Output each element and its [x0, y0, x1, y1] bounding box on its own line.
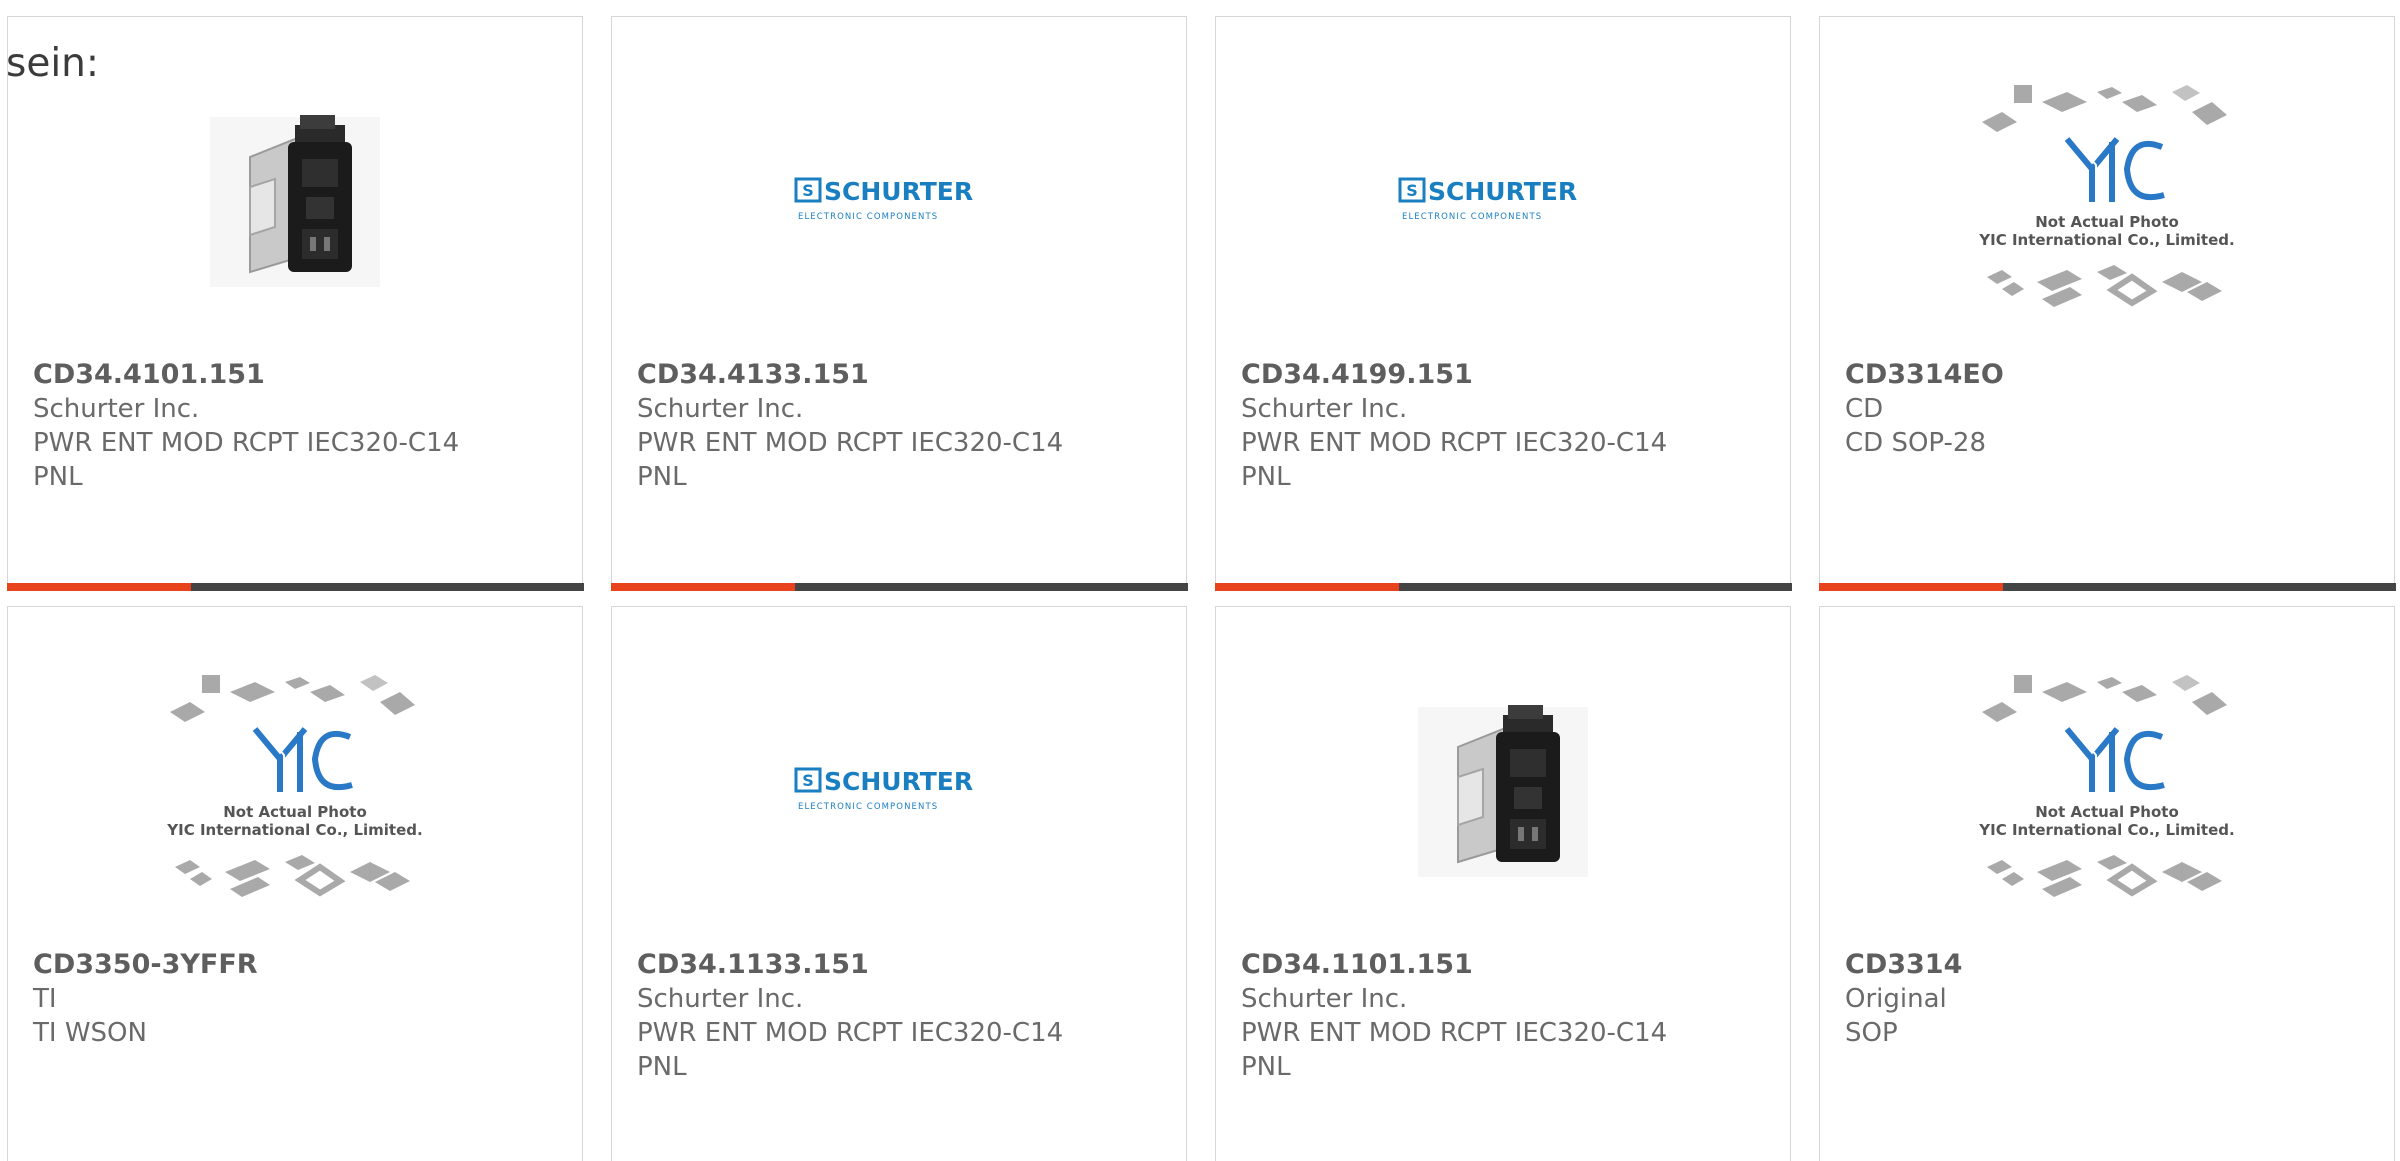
schurter-sub: ELECTRONIC COMPONENTS [798, 802, 938, 812]
part-number[interactable]: CD34.4101.151 [33, 358, 562, 392]
product-image[interactable]: Not Actual Photo YIC International Co., … [1820, 85, 2394, 307]
yic-note-line1: Not Actual Photo [2035, 213, 2179, 231]
description-cont: PNL [1241, 1052, 1291, 1082]
schurter-brand: SCHURTER [824, 767, 973, 796]
product-image[interactable]: S SCHURTER ELECTRONIC COMPONENTS [612, 87, 1186, 307]
manufacturer: Schurter Inc. [33, 394, 200, 424]
description: SOP [1845, 1018, 1898, 1048]
product-image[interactable]: S SCHURTER ELECTRONIC COMPONENTS [612, 677, 1186, 897]
product-card[interactable]: Not Actual Photo YIC International Co., … [7, 606, 583, 1161]
product-card[interactable]: CD34.4101.151 Schurter Inc. PWR ENT MOD … [6, 16, 584, 591]
yic-placeholder-icon: Not Actual Photo YIC International Co., … [166, 675, 423, 897]
part-number[interactable]: CD34.4199.151 [1241, 358, 1770, 392]
description: PWR ENT MOD RCPT IEC320-C14 [637, 1018, 1064, 1048]
product-card[interactable]: Not Actual Photo YIC International Co., … [1819, 606, 2395, 1161]
schurter-brand: SCHURTER [1428, 177, 1577, 206]
card-bottom-bar [1214, 582, 1792, 591]
manufacturer: Original [1845, 984, 1947, 1014]
schurter-sub: ELECTRONIC COMPONENTS [1402, 212, 1542, 222]
description: TI WSON [33, 1018, 147, 1048]
product-info: CD34.1133.151 Schurter Inc. PWR ENT MOD … [637, 948, 1166, 1084]
yic-note-line2: YIC International Co., Limited. [1978, 821, 2234, 839]
description: PWR ENT MOD RCPT IEC320-C14 [1241, 1018, 1668, 1048]
product-image[interactable]: Not Actual Photo YIC International Co., … [8, 675, 582, 897]
description: PWR ENT MOD RCPT IEC320-C14 [1241, 428, 1668, 458]
product-image[interactable]: S SCHURTER ELECTRONIC COMPONENTS [1216, 87, 1790, 307]
card-bottom-bar [1818, 582, 2396, 591]
part-number[interactable]: CD34.1101.151 [1241, 948, 1770, 982]
product-card[interactable]: Not Actual Photo YIC International Co., … [1818, 16, 2396, 591]
manufacturer: Schurter Inc. [637, 394, 804, 424]
description-cont: PNL [1241, 462, 1291, 492]
product-image[interactable] [1216, 677, 1790, 897]
manufacturer: Schurter Inc. [1241, 984, 1408, 1014]
part-number[interactable]: CD3350-3YFFR [33, 948, 562, 982]
schurter-logo-icon: S SCHURTER ELECTRONIC COMPONENTS [794, 767, 973, 812]
product-info: CD3350-3YFFR TI TI WSON [33, 948, 562, 1050]
description: PWR ENT MOD RCPT IEC320-C14 [33, 428, 460, 458]
svg-text:S: S [802, 181, 814, 200]
power-entry-module-icon [1418, 705, 1588, 877]
manufacturer: CD [1845, 394, 1884, 424]
product-image[interactable]: Not Actual Photo YIC International Co., … [1820, 675, 2394, 897]
yic-note-line2: YIC International Co., Limited. [166, 821, 422, 839]
manufacturer: Schurter Inc. [637, 984, 804, 1014]
product-image[interactable] [8, 87, 582, 307]
description: PWR ENT MOD RCPT IEC320-C14 [637, 428, 1064, 458]
product-card[interactable]: S SCHURTER ELECTRONIC COMPONENTS CD34.11… [611, 606, 1187, 1161]
product-info: CD3314 Original SOP [1845, 948, 2374, 1050]
part-number[interactable]: CD34.4133.151 [637, 358, 1166, 392]
yic-note-line1: Not Actual Photo [2035, 803, 2179, 821]
schurter-brand: SCHURTER [824, 177, 973, 206]
manufacturer: TI [33, 984, 57, 1014]
product-card[interactable]: CD34.1101.151 Schurter Inc. PWR ENT MOD … [1215, 606, 1791, 1161]
manufacturer: Schurter Inc. [1241, 394, 1408, 424]
yic-note-line1: Not Actual Photo [223, 803, 367, 821]
part-number[interactable]: CD3314EO [1845, 358, 2374, 392]
product-info: CD34.4133.151 Schurter Inc. PWR ENT MOD … [637, 358, 1166, 494]
description-cont: PNL [637, 462, 687, 492]
description-cont: PNL [33, 462, 83, 492]
intro-text: sein: [6, 41, 100, 86]
svg-text:S: S [1406, 181, 1418, 200]
schurter-logo-icon: S SCHURTER ELECTRONIC COMPONENTS [1398, 177, 1577, 222]
product-card[interactable]: S SCHURTER ELECTRONIC COMPONENTS CD34.41… [1214, 16, 1792, 591]
svg-text:S: S [802, 771, 814, 790]
schurter-logo-icon: S SCHURTER ELECTRONIC COMPONENTS [794, 177, 973, 222]
product-info: CD34.4199.151 Schurter Inc. PWR ENT MOD … [1241, 358, 1770, 494]
description: CD SOP-28 [1845, 428, 1986, 458]
product-card[interactable]: S SCHURTER ELECTRONIC COMPONENTS CD34.41… [610, 16, 1188, 591]
part-number[interactable]: CD3314 [1845, 948, 2374, 982]
power-entry-module-icon [210, 115, 380, 287]
description-cont: PNL [637, 1052, 687, 1082]
schurter-sub: ELECTRONIC COMPONENTS [798, 212, 938, 222]
yic-placeholder-icon: Not Actual Photo YIC International Co., … [1978, 675, 2235, 897]
product-info: CD34.4101.151 Schurter Inc. PWR ENT MOD … [33, 358, 562, 494]
yic-note-line2: YIC International Co., Limited. [1978, 231, 2234, 249]
part-number[interactable]: CD34.1133.151 [637, 948, 1166, 982]
product-grid-page: sein: CD34.4101.151 Schurter Inc. PWR EN… [0, 0, 2400, 1161]
card-bottom-bar [6, 582, 584, 591]
product-info: CD3314EO CD CD SOP-28 [1845, 358, 2374, 460]
card-bottom-bar [610, 582, 1188, 591]
yic-placeholder-icon: Not Actual Photo YIC International Co., … [1978, 85, 2235, 307]
product-info: CD34.1101.151 Schurter Inc. PWR ENT MOD … [1241, 948, 1770, 1084]
